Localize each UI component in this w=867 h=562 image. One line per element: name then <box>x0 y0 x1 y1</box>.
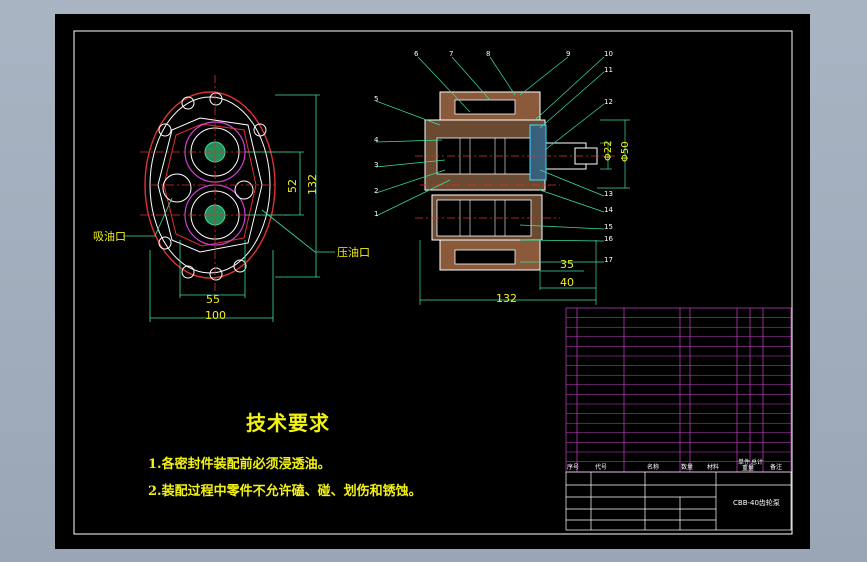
balloon-1: 1 <box>374 210 378 218</box>
dim-52-label: 52 <box>286 179 299 193</box>
cad-drawing: 52 132 55 100 吸油口 压油口 6 7 8 9 10 11 12 5… <box>73 30 793 535</box>
pump-section-view: 6 7 8 9 10 11 12 5 4 3 2 1 13 14 15 16 1… <box>374 50 631 305</box>
drawing-name: CBB-40齿轮泵 <box>733 498 780 507</box>
balloon-17: 17 <box>604 256 613 264</box>
dim-132-label: 132 <box>306 174 319 195</box>
dim-55-label: 55 <box>206 293 220 306</box>
balloon-2: 2 <box>374 187 378 195</box>
balloon-9: 9 <box>566 50 570 58</box>
requirement-1: 1.各密封件装配前必须浸透油。 <box>148 457 331 472</box>
requirement-2: 2.装配过程中零件不允许磕、碰、划伤和锈蚀。 <box>148 484 422 499</box>
balloon-5: 5 <box>374 95 378 103</box>
dim-40-label: 40 <box>560 276 574 289</box>
balloon-4: 4 <box>374 136 379 144</box>
hdr-qty: 数量 <box>681 463 693 471</box>
inlet-port-label: 吸油口 <box>93 229 126 243</box>
balloon-6: 6 <box>414 50 419 58</box>
hdr-code: 代号 <box>595 463 607 471</box>
hdr-weight: 重量 <box>742 464 754 472</box>
balloon-8: 8 <box>486 50 490 58</box>
requirements-title: 技术要求 <box>246 411 330 435</box>
balloon-3: 3 <box>374 161 378 169</box>
balloon-13: 13 <box>604 190 613 198</box>
outlet-port-label: 压油口 <box>337 245 370 259</box>
hdr-no: 序号 <box>567 463 579 471</box>
dim-132-section-label: 132 <box>496 292 517 305</box>
balloon-10: 10 <box>604 50 613 58</box>
balloon-7: 7 <box>449 50 453 58</box>
hdr-remark: 备注 <box>770 463 782 471</box>
balloon-11: 11 <box>604 66 613 74</box>
hdr-name: 名称 <box>647 463 659 471</box>
hdr-material: 材料 <box>707 463 719 471</box>
balloon-14: 14 <box>604 206 613 214</box>
pump-end-view: 52 132 55 100 吸油口 压油口 <box>93 75 370 322</box>
cad-viewport[interactable]: 52 132 55 100 吸油口 压油口 6 7 8 9 10 11 12 5… <box>0 0 867 562</box>
dim-35-label: 35 <box>560 258 574 271</box>
balloon-16: 16 <box>604 235 613 243</box>
dim-100-label: 100 <box>205 309 226 322</box>
balloon-12: 12 <box>604 98 613 106</box>
balloon-15: 15 <box>604 223 613 231</box>
dim-d22-label: Φ22 <box>603 140 614 161</box>
dim-d50-label: Φ50 <box>620 141 631 162</box>
parts-list-table <box>565 307 792 473</box>
